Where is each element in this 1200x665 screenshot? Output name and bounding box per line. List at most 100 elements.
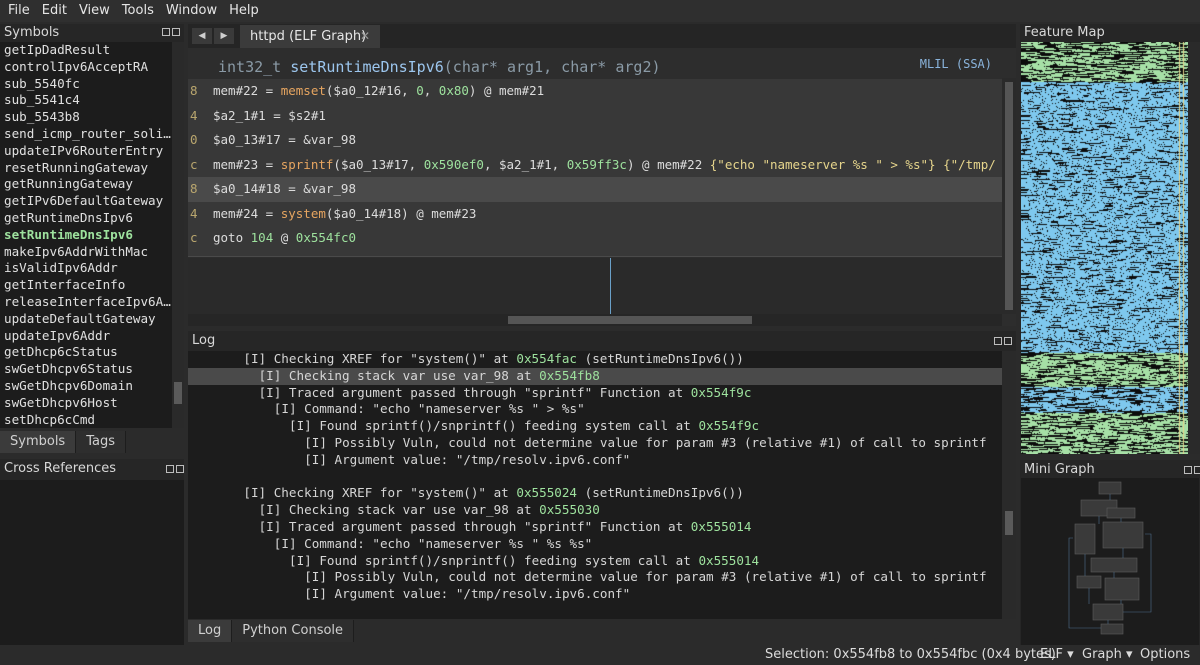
- symbol-item[interactable]: updateDefaultGateway: [0, 311, 172, 328]
- panel-controls-icon[interactable]: [162, 28, 180, 38]
- view-type-dropdown[interactable]: Graph ▾: [1082, 647, 1133, 662]
- il-token[interactable]: 0x590ef0: [424, 157, 484, 172]
- il-instruction[interactable]: c goto 104 @ 0x554fc0: [188, 226, 1002, 251]
- scrollbar-thumb[interactable]: [1005, 511, 1013, 535]
- il-instruction[interactable]: 8 $a0_14#18 = &var_98: [188, 177, 1002, 202]
- scrollbar-thumb[interactable]: [508, 316, 752, 324]
- il-instruction[interactable]: 8 mem#22 = memset($a0_12#16, 0, 0x80) @ m…: [188, 79, 1002, 104]
- log-line: [I] Argument value: "/tmp/resolv.ipv6.co…: [188, 586, 1002, 603]
- log-address-link[interactable]: 0x554fac: [516, 351, 577, 366]
- il-mode-label[interactable]: MLIL (SSA): [920, 57, 992, 71]
- menu-view[interactable]: View: [73, 0, 116, 22]
- graph-horizontal-scrollbar[interactable]: [188, 314, 1002, 326]
- tab-log[interactable]: Log: [188, 620, 233, 642]
- symbol-item[interactable]: swGetDhcpv6Host: [0, 395, 172, 412]
- mini-graph[interactable]: [1021, 478, 1199, 645]
- symbol-item[interactable]: swGetDhcpv6Domain: [0, 378, 172, 395]
- log-line: [I] Checking XREF for "system()" at 0x55…: [188, 485, 1002, 502]
- log-text: [I] Command: "echo "nameserver %s " > %s…: [273, 401, 585, 417]
- symbol-item[interactable]: updateIPv6RouterEntry: [0, 143, 172, 160]
- symbol-item[interactable]: controlIpv6AcceptRA: [0, 59, 172, 76]
- il-token[interactable]: memset: [281, 83, 326, 98]
- symbol-item[interactable]: swGetDhcpv6Status: [0, 361, 172, 378]
- symbol-item[interactable]: sub_5540fc: [0, 76, 172, 93]
- symbols-scrollbar[interactable]: [172, 42, 184, 428]
- log-output[interactable]: [I] Checking XREF for "system()" at 0x55…: [188, 351, 1002, 619]
- log-text: [I] Traced argument passed through "spri…: [258, 519, 691, 534]
- log-address-link[interactable]: 0x555024: [516, 485, 577, 500]
- back-button[interactable]: ◀: [192, 28, 212, 44]
- il-instruction[interactable]: 4 $a2_1#1 = $s2#1: [188, 104, 1002, 129]
- tab-symbols[interactable]: Symbols: [0, 431, 77, 453]
- il-token[interactable]: sprintf: [281, 157, 334, 172]
- panel-controls-icon[interactable]: [1184, 466, 1200, 476]
- il-token[interactable]: 0x80: [439, 83, 469, 98]
- log-text-tail: (setRuntimeDnsIpv6()): [577, 351, 744, 366]
- graph-vertical-scrollbar[interactable]: [1002, 78, 1016, 314]
- menu-edit[interactable]: Edit: [36, 0, 73, 22]
- log-address-link[interactable]: 0x555014: [698, 553, 759, 568]
- basic-block[interactable]: 8 mem#22 = memset($a0_12#16, 0, 0x80) @ m…: [188, 79, 1002, 257]
- il-token[interactable]: {"echo "nameserver %s " > %s"}: [710, 157, 936, 172]
- menu-window[interactable]: Window: [160, 0, 223, 22]
- symbol-item[interactable]: sub_5543b8: [0, 109, 172, 126]
- log-address-link[interactable]: 0x555030: [539, 502, 600, 517]
- function-name[interactable]: setRuntimeDnsIpv6: [290, 58, 444, 76]
- il-instruction[interactable]: 0 $a0_13#17 = &var_98: [188, 128, 1002, 153]
- symbols-panel-title: Symbols: [4, 25, 60, 40]
- log-address-link[interactable]: 0x554fb8: [539, 368, 600, 383]
- symbol-item[interactable]: resetRunningGateway: [0, 160, 172, 177]
- menu-help[interactable]: Help: [223, 0, 265, 22]
- il-token: goto: [213, 230, 251, 245]
- log-scrollbar[interactable]: [1002, 351, 1016, 619]
- tab-httpd-elf-graph[interactable]: httpd (ELF Graph) ✕: [240, 25, 380, 48]
- log-address-link[interactable]: 0x554f9c: [698, 418, 759, 433]
- symbol-item[interactable]: getInterfaceInfo: [0, 277, 172, 294]
- panel-controls-icon[interactable]: [994, 337, 1012, 347]
- log-text: [I] Possibly Vuln, could not determine v…: [304, 569, 987, 585]
- symbol-item[interactable]: getIPv6DefaultGateway: [0, 193, 172, 210]
- il-token: ($a0_14#18) @ mem#23: [325, 205, 477, 221]
- il-token[interactable]: 0x59ff3c: [567, 157, 627, 172]
- symbol-item[interactable]: setRuntimeDnsIpv6: [0, 227, 172, 244]
- symbol-item[interactable]: sub_5541c4: [0, 92, 172, 109]
- il-token[interactable]: 0: [416, 83, 424, 98]
- symbol-item[interactable]: updateIpv6Addr: [0, 328, 172, 345]
- il-token[interactable]: 0x554fc0: [296, 230, 356, 245]
- file-type-dropdown[interactable]: ELF ▾: [1040, 647, 1074, 662]
- menu-file[interactable]: File: [2, 0, 36, 22]
- panel-controls-icon[interactable]: [166, 465, 184, 475]
- symbol-item[interactable]: makeIpv6AddrWithMac: [0, 244, 172, 261]
- scrollbar-thumb[interactable]: [174, 382, 182, 404]
- log-text: [I] Argument value: "/tmp/resolv.ipv6.co…: [304, 451, 631, 467]
- symbol-item[interactable]: getIpDadResult: [0, 42, 172, 59]
- feature-map[interactable]: [1021, 42, 1188, 454]
- feature-map-scrollbar[interactable]: [1188, 42, 1200, 454]
- tab-tags[interactable]: Tags: [76, 431, 126, 453]
- forward-button[interactable]: ▶: [214, 28, 234, 44]
- il-token: ) @ mem#22: [626, 156, 710, 172]
- menu-tools[interactable]: Tools: [116, 0, 160, 22]
- il-token: $a0_14#18 = &var_98: [213, 181, 356, 196]
- il-token[interactable]: {"/tmp/: [943, 157, 996, 172]
- il-token: ($a0_12#16,: [325, 83, 417, 98]
- il-instruction[interactable]: c mem#23 = sprintf($a0_13#17, 0x590ef0, $…: [188, 153, 1002, 178]
- symbol-item[interactable]: getDhcp6cStatus: [0, 344, 172, 361]
- log-address-link[interactable]: 0x554f9c: [691, 385, 752, 400]
- il-token[interactable]: 104: [251, 230, 274, 245]
- close-icon[interactable]: ✕: [360, 25, 370, 48]
- symbol-item[interactable]: setDhcp6cCmd: [0, 412, 172, 428]
- symbol-item[interactable]: getRunningGateway: [0, 176, 172, 193]
- scrollbar-thumb[interactable]: [1005, 82, 1013, 310]
- symbol-item[interactable]: isValidIpv6Addr: [0, 260, 172, 277]
- log-address-link[interactable]: 0x555014: [691, 519, 752, 534]
- symbol-item[interactable]: getRuntimeDnsIpv6: [0, 210, 172, 227]
- symbol-item[interactable]: releaseInterfaceIpv6A…: [0, 294, 172, 311]
- il-token[interactable]: system: [281, 206, 326, 221]
- il-instruction[interactable]: 4 mem#24 = system($a0_14#18) @ mem#23: [188, 202, 1002, 227]
- graph-canvas[interactable]: [188, 258, 1002, 314]
- options-dropdown[interactable]: Options ▾: [1140, 647, 1200, 665]
- symbol-item[interactable]: send_icmp_router_soli…: [0, 126, 172, 143]
- tab-python-console[interactable]: Python Console: [232, 620, 355, 642]
- graph-view[interactable]: int32_t setRuntimeDnsIpv6(char* arg1, ch…: [188, 48, 1016, 326]
